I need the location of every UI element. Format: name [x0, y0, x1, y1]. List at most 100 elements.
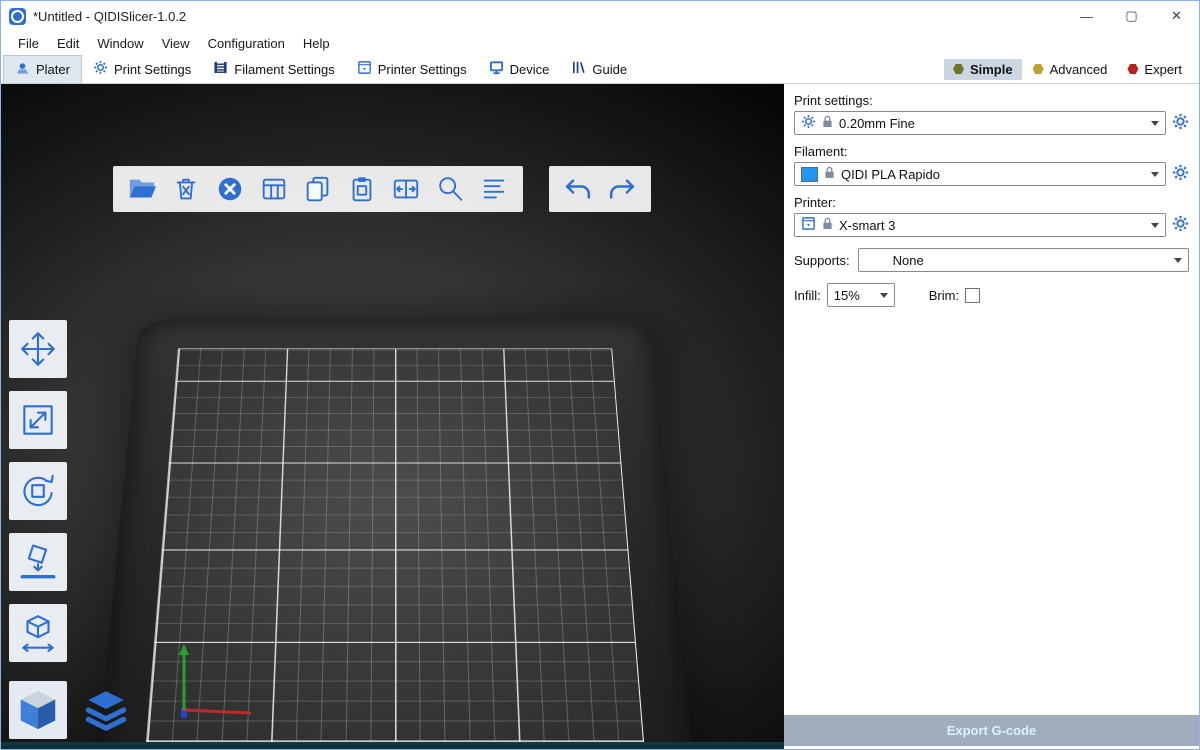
delete-all-button[interactable] [215, 174, 245, 204]
view-mode-toggles [9, 681, 135, 739]
lock-icon [822, 217, 833, 233]
search-icon[interactable] [435, 174, 465, 204]
place-on-face-button[interactable] [9, 533, 67, 591]
gear-icon [93, 60, 108, 78]
chevron-down-icon [1151, 172, 1159, 177]
layers-preview-button[interactable] [77, 681, 135, 739]
redo-button[interactable] [607, 174, 637, 204]
tab-label: Device [510, 62, 550, 77]
brim-label: Brim: [929, 288, 959, 303]
chevron-down-icon [1151, 121, 1159, 126]
printer-combo[interactable]: X-smart 3 [794, 213, 1166, 237]
viewport-toolbar [113, 166, 523, 212]
brim-checkbox[interactable] [965, 288, 980, 303]
copy-button[interactable] [303, 174, 333, 204]
mode-switcher: Simple Advanced Expert [944, 55, 1199, 83]
measure-button[interactable] [9, 604, 67, 662]
lock-icon [822, 115, 833, 131]
infill-combo[interactable]: 15% [827, 283, 895, 307]
move-button[interactable] [9, 320, 67, 378]
menu-configuration[interactable]: Configuration [199, 33, 294, 54]
window-controls: — ▢ ✕ [1064, 1, 1199, 31]
tab-label: Plater [36, 62, 70, 77]
mode-expert[interactable]: Expert [1118, 59, 1191, 80]
simple-mode-dot-icon [953, 64, 964, 75]
rotate-button[interactable] [9, 462, 67, 520]
close-button[interactable]: ✕ [1154, 1, 1199, 31]
print-settings-combo[interactable]: 0.20mm Fine [794, 111, 1166, 135]
tab-plater[interactable]: Plater [3, 55, 82, 83]
filament-combo[interactable]: QIDI PLA Rapido [794, 162, 1166, 186]
menu-view[interactable]: View [153, 33, 199, 54]
filament-color-swatch [801, 167, 818, 182]
printer-icon [357, 60, 372, 78]
tab-label: Print Settings [114, 62, 191, 77]
undo-button[interactable] [563, 174, 593, 204]
menu-edit[interactable]: Edit [48, 33, 88, 54]
menu-help[interactable]: Help [294, 33, 339, 54]
object-manipulation-toolbar [9, 320, 67, 662]
tab-print-settings[interactable]: Print Settings [82, 55, 202, 83]
filament-gear-button[interactable] [1172, 164, 1189, 184]
mode-label: Simple [970, 62, 1013, 77]
split-button[interactable] [391, 174, 421, 204]
settings-sidebar: Print settings: 0.20mm Fine Filament: [784, 84, 1199, 749]
app-window: *Untitled - QIDISlicer-1.0.2 — ▢ ✕ File … [0, 0, 1200, 750]
menu-file[interactable]: File [9, 33, 48, 54]
print-settings-value: 0.20mm Fine [839, 116, 1145, 131]
title-bar: *Untitled - QIDISlicer-1.0.2 — ▢ ✕ [1, 1, 1199, 31]
window-title: *Untitled - QIDISlicer-1.0.2 [33, 9, 186, 24]
tab-guide[interactable]: Guide [560, 55, 638, 83]
undo-redo-toolbar [549, 166, 651, 212]
gear-icon [801, 114, 816, 132]
expert-mode-dot-icon [1127, 64, 1138, 75]
chevron-down-icon [1174, 258, 1182, 263]
device-icon [489, 60, 504, 78]
mode-label: Advanced [1050, 62, 1108, 77]
filament-label: Filament: [794, 144, 1189, 159]
maximize-button[interactable]: ▢ [1109, 1, 1154, 31]
guide-icon [571, 60, 586, 78]
printer-value: X-smart 3 [839, 218, 1145, 233]
chevron-down-icon [1151, 223, 1159, 228]
mode-advanced[interactable]: Advanced [1024, 59, 1117, 80]
open-button[interactable] [127, 174, 157, 204]
supports-combo[interactable]: None [858, 248, 1189, 272]
supports-value: None [865, 253, 1168, 268]
supports-label: Supports: [794, 253, 850, 268]
main-area: Print settings: 0.20mm Fine Filament: [1, 84, 1199, 749]
delete-button[interactable] [171, 174, 201, 204]
printer-gear-button[interactable] [1172, 215, 1189, 235]
infill-value: 15% [834, 288, 874, 303]
scale-button[interactable] [9, 391, 67, 449]
3d-editor-view-button[interactable] [9, 681, 67, 739]
tab-label: Guide [592, 62, 627, 77]
axis-gizmo-icon [169, 622, 264, 722]
export-gcode-button[interactable]: Export G-code [784, 715, 1199, 746]
filament-icon [213, 60, 228, 78]
arrange-button[interactable] [259, 174, 289, 204]
paste-button[interactable] [347, 174, 377, 204]
layer-height-button[interactable] [479, 174, 509, 204]
filament-value: QIDI PLA Rapido [841, 167, 1145, 182]
tab-label: Printer Settings [378, 62, 467, 77]
app-logo-icon [9, 8, 26, 25]
printer-label: Printer: [794, 195, 1189, 210]
tab-label: Filament Settings [234, 62, 334, 77]
tab-device[interactable]: Device [478, 55, 561, 83]
tab-filament-settings[interactable]: Filament Settings [202, 55, 345, 83]
viewport-bottom-strip [1, 742, 784, 749]
infill-label: Infill: [794, 288, 821, 303]
plater-icon [15, 61, 30, 79]
lock-icon [824, 166, 835, 182]
menu-window[interactable]: Window [88, 33, 152, 54]
mode-label: Expert [1144, 62, 1182, 77]
3d-viewport[interactable] [1, 84, 784, 749]
chevron-down-icon [880, 293, 888, 298]
tab-printer-settings[interactable]: Printer Settings [346, 55, 478, 83]
print-settings-label: Print settings: [794, 93, 1189, 108]
advanced-mode-dot-icon [1033, 64, 1044, 75]
minimize-button[interactable]: — [1064, 1, 1109, 31]
print-settings-gear-button[interactable] [1172, 113, 1189, 133]
mode-simple[interactable]: Simple [944, 59, 1022, 80]
